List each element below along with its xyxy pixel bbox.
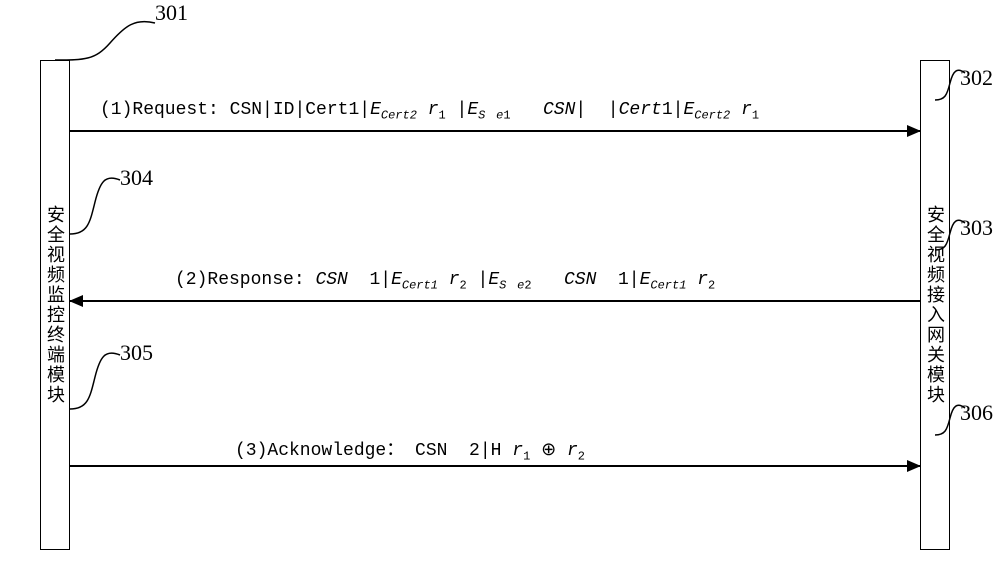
arrow-response	[70, 300, 920, 302]
actor-right-title: 安全视频接入网关模块	[922, 205, 948, 405]
actor-left-lifeline: 安全视频监控终端模块	[40, 60, 70, 550]
callout-302: 302	[960, 65, 993, 91]
msg3-body: CSN 2|H r1 ⊕ r2	[415, 441, 585, 461]
arrow-response-head	[69, 295, 83, 307]
arrow-request-head	[907, 125, 921, 137]
msg-response-label: (2)Response: CSN 1|ECert1 r2 |ES e2 CSN …	[175, 270, 715, 293]
msg3-prefix: (3)Acknowledge：	[235, 441, 404, 461]
msg-ack-label: (3)Acknowledge： CSN 2|H r1 ⊕ r2	[235, 435, 585, 464]
arrow-ack	[70, 465, 920, 467]
callout-301: 301	[155, 0, 188, 26]
actor-right-lifeline: 安全视频接入网关模块	[920, 60, 950, 550]
actor-left-title: 安全视频监控终端模块	[42, 205, 68, 405]
msg1-body: CSN|ID|Cert1|ECert2 r1 |ES e1 CSN| |Cert…	[230, 100, 759, 120]
callout-305: 305	[120, 340, 153, 366]
callout-303: 303	[960, 215, 993, 241]
arrow-request	[70, 130, 920, 132]
arrow-ack-head	[907, 460, 921, 472]
diagram-root: 安全视频监控终端模块 安全视频接入网关模块 301 302 303 304 30…	[0, 0, 1000, 587]
msg1-prefix: (1)Request:	[100, 100, 219, 120]
msg2-body: CSN 1|ECert1 r2 |ES e2 CSN 1|ECert1 r2	[315, 270, 715, 290]
callout-304: 304	[120, 165, 153, 191]
msg2-prefix: (2)Response:	[175, 270, 305, 290]
callout-301-leader	[55, 18, 165, 68]
msg-request-label: (1)Request: CSN|ID|Cert1|ECert2 r1 |ES e…	[100, 100, 759, 123]
callout-306: 306	[960, 400, 993, 426]
